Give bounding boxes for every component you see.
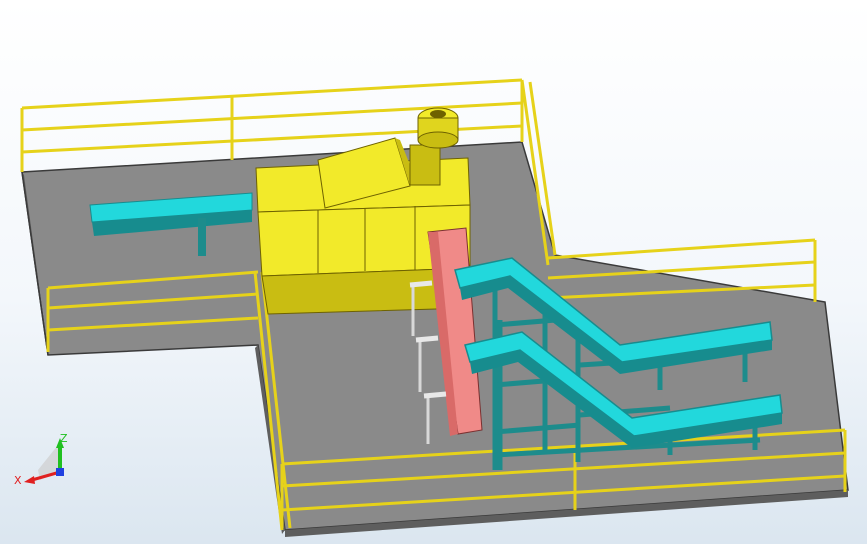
cad-viewport[interactable]: Z X [0,0,867,544]
x-axis-label: X [14,474,22,487]
y-axis-icon [56,468,64,476]
z-axis-label: Z [60,432,68,445]
view-triad[interactable]: Z X [10,430,80,490]
x-arrow-icon [24,476,35,484]
assembly-model[interactable] [0,0,867,544]
